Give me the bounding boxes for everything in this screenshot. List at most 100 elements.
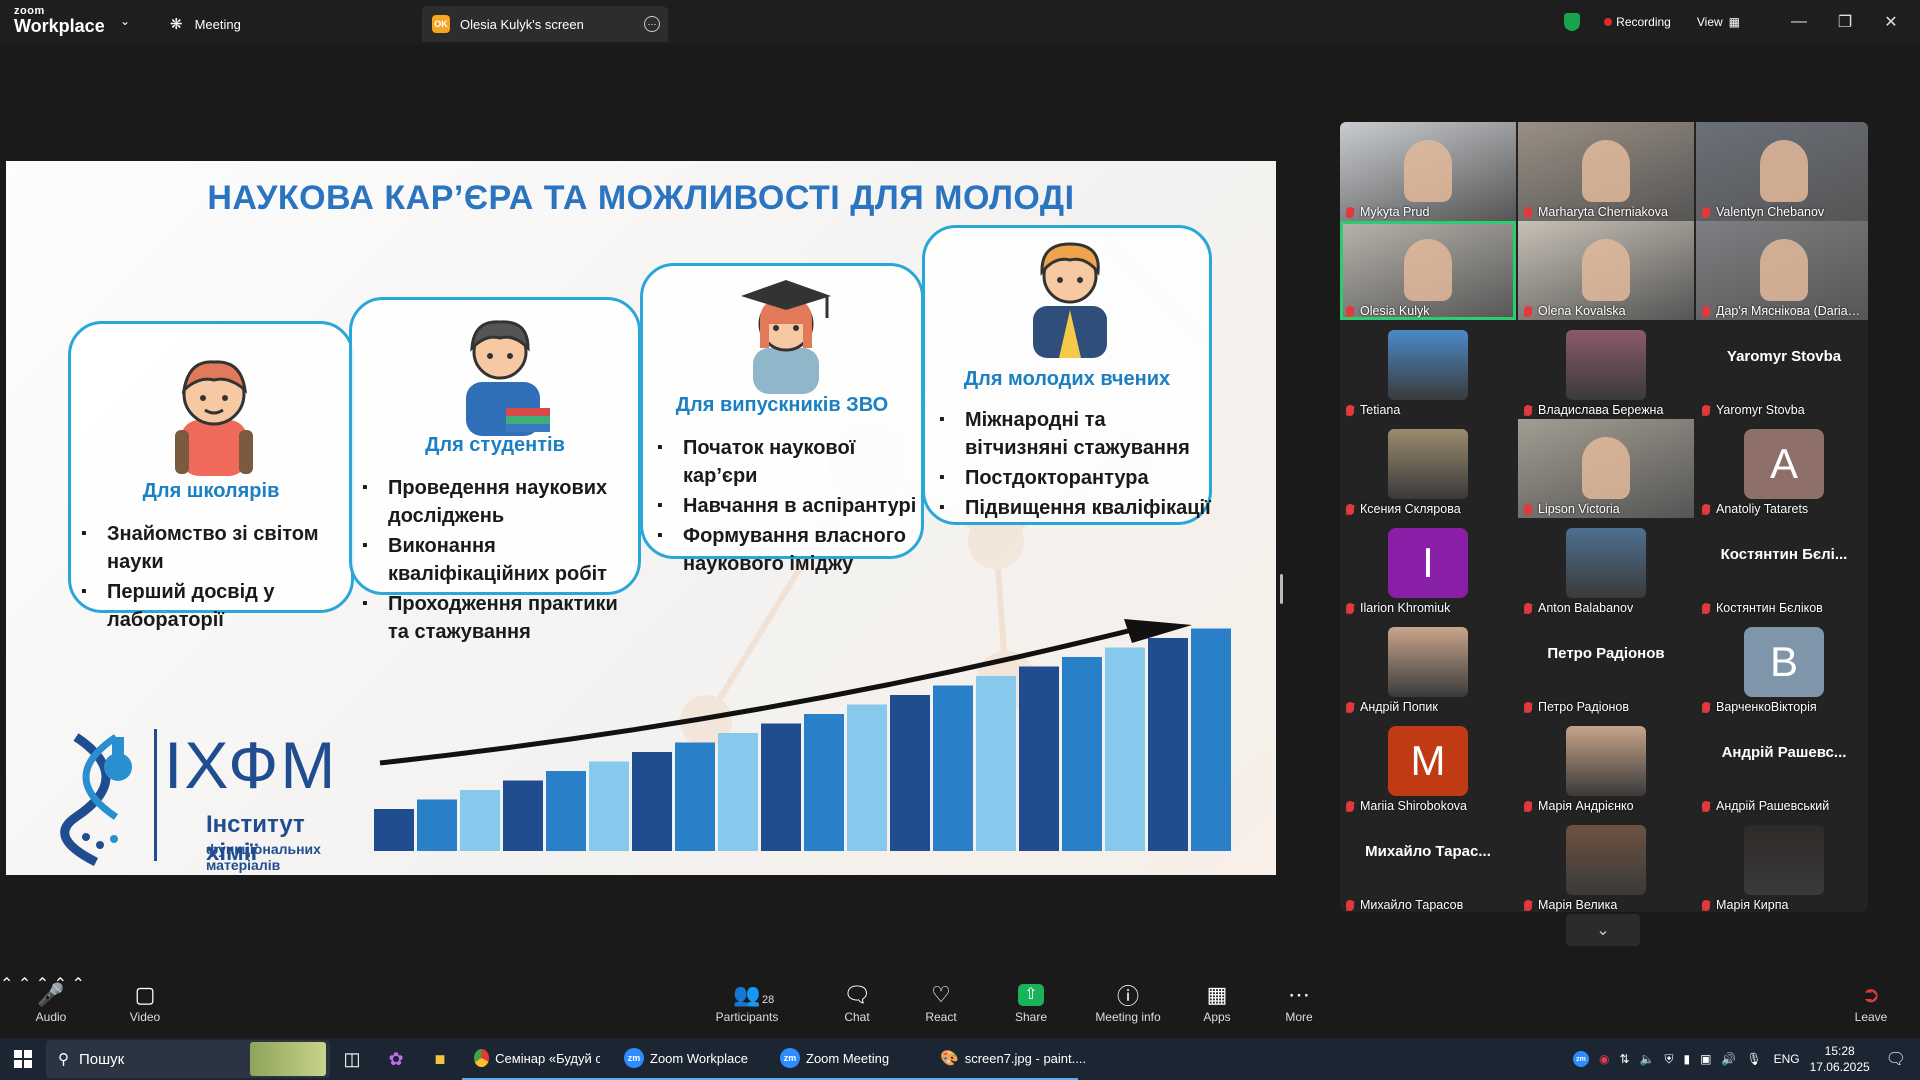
participant-tile[interactable]: Lipson Victoria	[1518, 419, 1694, 518]
participant-tile[interactable]: Костянтин Бєлі... Костянтин Бєліков	[1696, 518, 1868, 617]
recording-status[interactable]: Recording	[1616, 15, 1671, 29]
chat-button[interactable]: 🗨 Chat	[812, 980, 902, 1024]
microphone-tray-icon[interactable]: 🎙	[1746, 1052, 1761, 1066]
video-button[interactable]: ▢ Video	[100, 980, 190, 1024]
muted-mic-icon	[1524, 800, 1532, 812]
participant-tile[interactable]: Андрій Рашевс... Андрій Рашевський	[1696, 716, 1868, 815]
participant-name-label: Марія Велика	[1524, 898, 1617, 912]
taskbar-app-label: Zoom Meeting	[806, 1050, 890, 1066]
participant-tile[interactable]: Olesia Kulyk	[1340, 221, 1516, 320]
participant-tile[interactable]: I Ilarion Khromiuk	[1340, 518, 1516, 617]
apps-button[interactable]: ▦ Apps	[1172, 980, 1262, 1024]
notifications-icon[interactable]: 🗨	[1886, 1049, 1906, 1069]
battery-tray-icon[interactable]: ▮	[1683, 1052, 1690, 1066]
taskbar-app-paint[interactable]: 🎨 screen7.jpg - paint....	[928, 1038, 1086, 1080]
growth-bar	[804, 714, 844, 851]
participant-name-label: Valentyn Chebanov	[1702, 205, 1824, 219]
participant-tile[interactable]: Mykyta Prud	[1340, 122, 1516, 221]
participant-name-label: Ксения Склярова	[1346, 502, 1461, 516]
video-label: Video	[129, 1010, 161, 1024]
security-shield-icon[interactable]	[1564, 13, 1581, 31]
participant-name-label: Марія Андрієнко	[1524, 799, 1634, 813]
info-icon: ⓘ	[1116, 984, 1139, 1009]
participants-button[interactable]: 👥 Participants	[702, 980, 792, 1024]
participant-tile[interactable]: Марія Велика	[1518, 815, 1694, 912]
participant-tile[interactable]: Андрій Попик	[1340, 617, 1516, 716]
taskbar-app-chrome[interactable]: Семінар «Будуй св...	[462, 1038, 612, 1080]
clock-date: 17.06.2025	[1809, 1060, 1870, 1074]
close-button[interactable]: ✕	[1868, 12, 1914, 32]
tab-meeting[interactable]: ❋ Meeting	[160, 6, 410, 42]
language-indicator[interactable]: ENG	[1774, 1052, 1800, 1066]
taskbar-search[interactable]: ⚲ Пошук	[46, 1040, 330, 1078]
clock-time: 15:28	[1824, 1044, 1855, 1058]
participant-tile[interactable]: Михайло Тарас... Михайло Тарасов	[1340, 815, 1516, 912]
volume-tray-icon[interactable]: 🔈	[1640, 1052, 1655, 1066]
share-button[interactable]: ⇧ Share	[986, 980, 1076, 1024]
more-options-icon[interactable]: ⋯	[644, 16, 660, 32]
institute-logo: ІХФМ Інститут хімії функціональних матер…	[56, 727, 356, 873]
participants-icon: 👥	[733, 982, 761, 1007]
participant-name-label: Lipson Victoria	[1524, 502, 1620, 516]
share-arrow-icon: ⇧	[1018, 984, 1044, 1006]
growth-bar	[761, 723, 801, 851]
profile-picture	[1566, 726, 1646, 796]
audio-button[interactable]: 🎤 Audio	[6, 980, 96, 1024]
chevron-down-icon[interactable]: ⌄	[120, 14, 130, 28]
logo-divider	[154, 729, 157, 861]
taskbar-app-zoom-workplace[interactable]: zm Zoom Workplace	[612, 1038, 768, 1080]
taskbar-app-zoom-meeting[interactable]: zm Zoom Meeting	[768, 1038, 928, 1080]
zoom-logo[interactable]: zoom Workplace	[14, 6, 105, 36]
participant-tile[interactable]: B ВарченкоВікторія	[1696, 617, 1868, 716]
muted-mic-icon	[1346, 800, 1354, 812]
participant-tile[interactable]: Valentyn Chebanov	[1696, 122, 1868, 221]
muted-mic-icon	[1346, 404, 1354, 416]
participant-tile[interactable]: Марія Андрієнко	[1518, 716, 1694, 815]
participant-tile[interactable]: Дар'я Мяснікова (Daria…	[1696, 221, 1868, 320]
microphone-muted-icon: 🎤	[37, 982, 65, 1007]
participant-tile[interactable]: Владислава Бережна	[1518, 320, 1694, 419]
gallery-scroll-down-button[interactable]: ⌄	[1566, 914, 1640, 946]
participant-name: Anatoliy Tatarets	[1716, 502, 1809, 516]
participant-tile[interactable]: Tetiana	[1340, 320, 1516, 419]
participant-name-label: Anatoliy Tatarets	[1702, 502, 1808, 516]
profile-picture	[1566, 330, 1646, 400]
participant-tile[interactable]: Ксения Склярова	[1340, 419, 1516, 518]
more-button[interactable]: ⋯ More	[1254, 980, 1344, 1024]
tab-shared-screen[interactable]: OK Olesia Kulyk's screen ⋯	[422, 6, 668, 42]
leave-button[interactable]: ➲ Leave	[1826, 980, 1916, 1024]
monitor-tray-icon[interactable]: ▣	[1700, 1052, 1711, 1066]
react-button[interactable]: ♡ React	[896, 980, 986, 1024]
zoom-tray-icon[interactable]: zm	[1572, 1051, 1589, 1067]
participant-tile[interactable]: Olena Kovalska	[1518, 221, 1694, 320]
restore-button[interactable]: ❐	[1822, 12, 1868, 32]
participant-name: Марія Велика	[1538, 898, 1618, 912]
tab-meeting-label: Meeting	[194, 16, 241, 32]
growth-bar	[1019, 666, 1059, 851]
participant-tile[interactable]: Yaromyr Stovba Yaromyr Stovba	[1696, 320, 1868, 419]
file-explorer-icon[interactable]: ■	[418, 1038, 462, 1080]
participant-tile[interactable]: Marharyta Cherniakova	[1518, 122, 1694, 221]
grid-view-icon[interactable]: ▦	[1729, 15, 1740, 29]
participant-tile[interactable]: A Anatoliy Tatarets	[1696, 419, 1868, 518]
participant-tile[interactable]: Anton Balabanov	[1518, 518, 1694, 617]
speaker-tray-icon[interactable]: 🔊	[1721, 1052, 1736, 1066]
meeting-info-button[interactable]: ⓘ Meeting info	[1084, 980, 1172, 1024]
network-tray-icon[interactable]: ⇅	[1619, 1052, 1629, 1066]
panel-resize-handle[interactable]	[1280, 574, 1283, 604]
participant-tile[interactable]: Петро Радіонов Петро Радіонов	[1518, 617, 1694, 716]
copilot-icon[interactable]: ✿	[374, 1038, 418, 1080]
minimize-button[interactable]: —	[1776, 13, 1822, 31]
task-view-icon[interactable]: ◫	[330, 1038, 374, 1080]
participant-tile[interactable]: Марія Кирпа	[1696, 815, 1868, 912]
participant-name: Петро Радіонов	[1538, 700, 1630, 714]
start-button[interactable]	[0, 1038, 46, 1080]
view-button[interactable]: View	[1697, 15, 1723, 29]
system-clock[interactable]: 15:28 17.06.2025	[1810, 1043, 1870, 1075]
participant-name: Дар'я Мяснікова (Daria…	[1716, 304, 1861, 318]
shield-tray-icon[interactable]: ⛨	[1664, 1052, 1673, 1067]
participant-gallery[interactable]: Mykyta Prud Marharyta Cherniakova Valentyn…	[1340, 122, 1868, 912]
muted-mic-icon	[1346, 602, 1354, 614]
antivirus-tray-icon[interactable]: ◉	[1599, 1052, 1609, 1066]
participant-tile[interactable]: M Mariia Shirobokova	[1340, 716, 1516, 815]
